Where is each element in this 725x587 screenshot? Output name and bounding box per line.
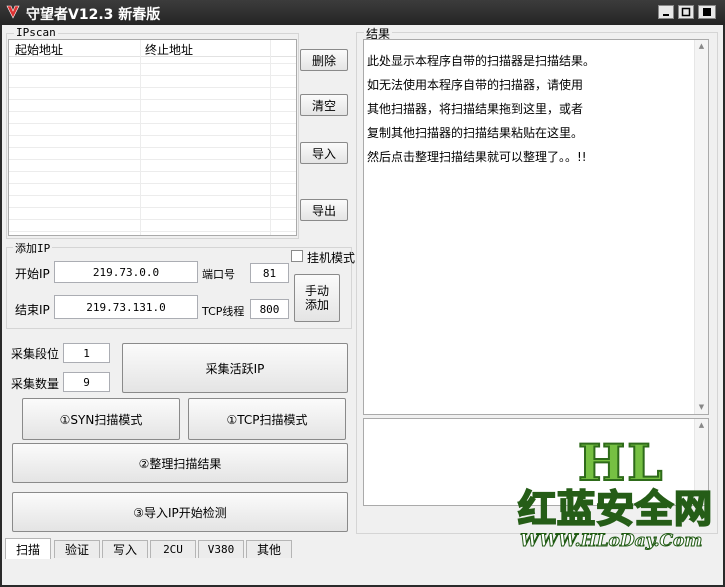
watermark-name: 红蓝安全网 [517,486,714,532]
organize-results-button[interactable]: ②整理扫描结果 [12,443,348,483]
ip-list[interactable]: 起始地址 终止地址 [8,39,297,236]
column-divider [270,40,271,235]
port-label: 端口号 [202,268,235,281]
tab-v380[interactable]: V380 [198,540,244,558]
result-line: 复制其他扫描器的扫描结果粘贴在这里。 [367,126,584,140]
scroll-up-icon[interactable]: ▲ [695,419,708,432]
syn-scan-mode-button[interactable]: ①SYN扫描模式 [22,398,180,440]
collect-active-ip-button[interactable]: 采集活跃IP [122,343,348,393]
clear-button[interactable]: 清空 [300,94,348,116]
maximize-button[interactable] [678,5,694,19]
tab-2cu[interactable]: 2CU [150,540,196,558]
close-button[interactable] [698,5,716,19]
result-line: 然后点击整理扫描结果就可以整理了。。!! [367,150,587,164]
tcp-threads-input[interactable]: 800 [250,299,289,319]
tab-verify[interactable]: 验证 [54,540,100,558]
result-line: 其他扫描器，将扫描结果拖到这里，或者 [367,102,584,116]
result-line: 此处显示本程序自带的扫描器是扫描结果。 [367,54,596,68]
hangup-mode-checkbox[interactable] [291,250,303,262]
column-start-address[interactable]: 起始地址 [15,41,63,58]
maximize-icon [681,7,691,17]
collect-count-input[interactable]: 9 [63,372,110,392]
results-textarea[interactable]: 此处显示本程序自带的扫描器是扫描结果。 如无法使用本程序自带的扫描器，请使用 其… [363,39,709,415]
end-ip-input[interactable]: 219.73.131.0 [54,295,198,319]
delete-button[interactable]: 删除 [300,49,348,71]
ip-list-header: 起始地址 终止地址 [9,40,296,57]
collect-segment-input[interactable]: 1 [63,343,110,363]
import-button[interactable]: 导入 [300,142,348,164]
column-divider [140,40,141,235]
collect-segment-label: 采集段位 [11,347,60,361]
close-icon [703,8,711,16]
add-ip-group-label: 添加IP [13,240,53,256]
tcp-scan-mode-button[interactable]: ①TCP扫描模式 [188,398,346,440]
scroll-down-icon[interactable]: ▼ [695,401,708,414]
tab-scan[interactable]: 扫描 [5,538,51,559]
manual-add-label-line2: 添加 [304,298,329,312]
title-bar[interactable]: 守望者V12.3 新春版 [0,0,725,25]
manual-add-label-line1: 手动 [304,284,329,298]
tcp-threads-label: TCP线程 [202,305,245,318]
import-start-detect-button[interactable]: ③导入IP开始检测 [12,492,348,532]
start-ip-label: 开始IP [15,267,50,281]
collect-count-label: 采集数量 [11,377,60,391]
tab-write[interactable]: 写入 [102,540,148,558]
start-ip-input[interactable]: 219.73.0.0 [54,261,198,283]
watermark-url: WWW.HLoDay.Com [519,531,703,552]
app-window: 守望者V12.3 新春版 IPscan 起始地址 终止地址 删除 清空 导入 导… [0,0,725,587]
scroll-up-icon[interactable]: ▲ [695,40,708,53]
app-logo-icon [6,5,20,19]
ipscan-group-label: IPscan [14,26,58,39]
column-end-address[interactable]: 终止地址 [145,41,193,58]
minimize-icon [663,14,669,16]
result-line: 如无法使用本程序自带的扫描器，请使用 [367,78,584,92]
window-title: 守望者V12.3 新春版 [26,7,161,23]
results-scrollbar[interactable]: ▲ ▼ [694,40,708,414]
manual-add-button[interactable]: 手动 添加 [294,274,340,322]
tab-other[interactable]: 其他 [246,540,292,558]
hangup-mode-label: 挂机模式 [307,251,356,265]
port-input[interactable]: 81 [250,263,289,283]
minimize-button[interactable] [658,5,674,19]
export-button[interactable]: 导出 [300,199,348,221]
end-ip-label: 结束IP [15,303,50,317]
